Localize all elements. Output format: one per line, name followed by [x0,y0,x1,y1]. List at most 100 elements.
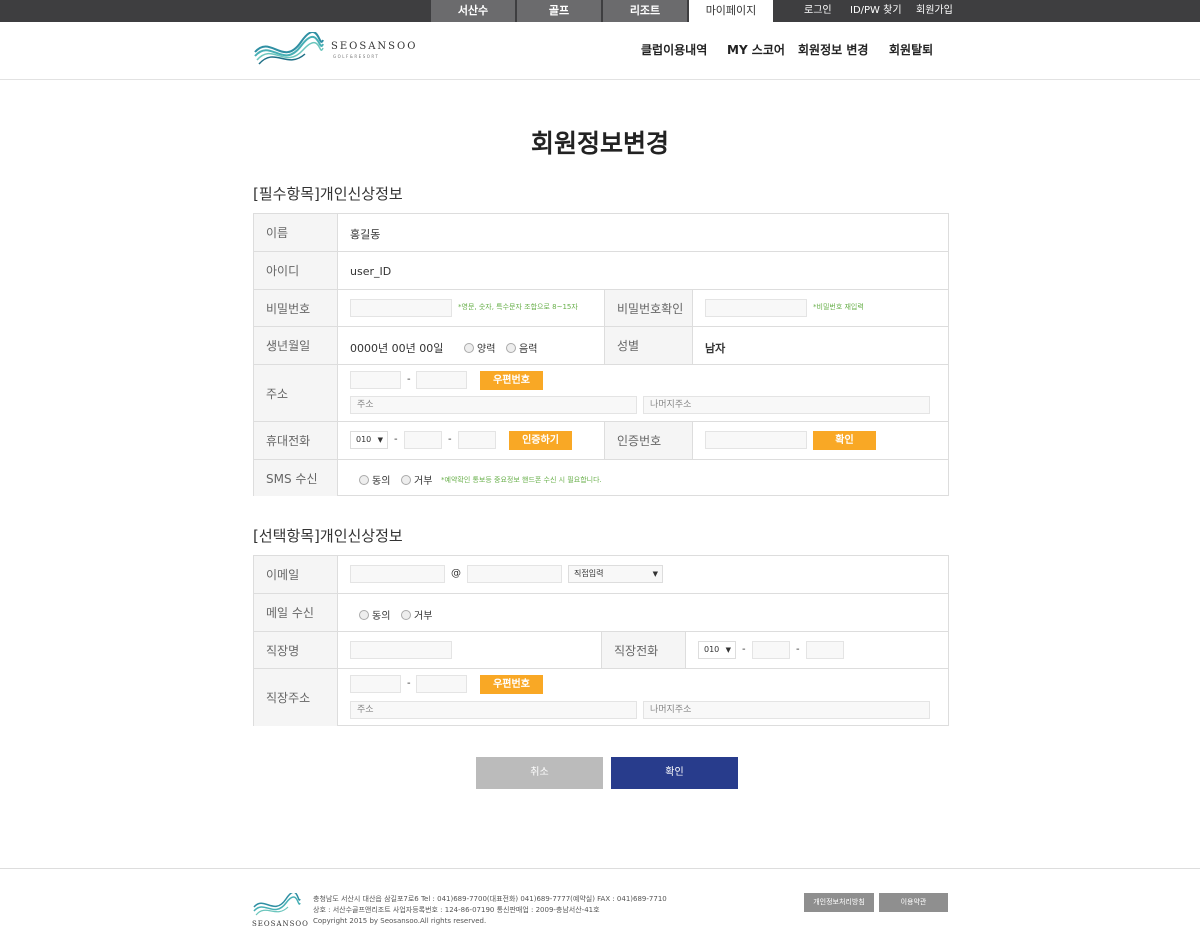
company-phone-label: 직장전화 [601,632,686,668]
company-address-input[interactable]: 주소 [350,701,637,719]
password-confirm-hint: *비밀번호 재입력 [813,303,864,311]
radio-circle-icon [401,474,411,485]
gender-label: 성별 [604,327,693,364]
id-row: 아이디 user_ID [254,251,948,289]
address-label: 주소 [254,365,338,421]
radio-circle-icon [359,609,369,620]
tab-golf[interactable]: 골프 [517,0,601,22]
optional-form: 이메일 @ 직접입력 ▼ 메일 수신 동의 거부 직장명 직장전화 010 ▼ - … [253,555,949,726]
mail-row: 메일 수신 동의 거부 [254,593,948,631]
company-phone-prefix-select[interactable]: 010 ▼ [698,641,736,659]
logo-subtext: GOLF&RESORT [333,54,380,59]
footer: SEOSANSOO 충청남도 서산시 대산읍 삼길포7로6 Tel : 041)… [0,868,1200,950]
phone-label: 휴대전화 [254,422,338,459]
password-label: 비밀번호 [254,290,338,326]
nav-club-usage[interactable]: 클럽이용내역 [641,22,707,80]
terms-button[interactable]: 이용약관 [879,893,948,912]
radio-circle-icon [506,342,516,353]
company-zip-second-input[interactable] [416,675,467,693]
email-domain-input[interactable] [467,565,562,583]
company-phone-dash-2: - [796,644,800,655]
sms-row: SMS 수신 동의 거부 *예약확인 통보등 중요정보 핸드폰 수신 시 필요합… [254,459,948,496]
sms-hint: *예약확인 통보등 중요정보 핸드폰 수신 시 필요합니다. [441,476,602,484]
phone-prefix-select[interactable]: 010 ▼ [350,431,388,449]
logo-wave-icon [254,31,324,65]
dropdown-arrow-icon: ▼ [725,646,731,654]
phone-dash-2: - [448,434,452,445]
company-phone-dash-1: - [742,644,746,655]
company-zip-first-input[interactable] [350,675,401,693]
zip-second-input[interactable] [416,371,467,389]
nav-my-score[interactable]: MY 스코어 [727,22,785,80]
zip-button[interactable]: 우편번호 [480,371,543,390]
auth-code-label: 인증번호 [604,422,693,459]
company-phone-middle-input[interactable] [752,641,790,659]
sms-agree-label: 동의 [372,476,391,487]
find-id-pw-link[interactable]: ID/PW 찾기 [850,0,902,22]
password-confirm-label: 비밀번호확인 [604,290,693,326]
birth-label: 생년월일 [254,327,338,364]
password-input[interactable] [350,299,452,317]
mail-agree-radio[interactable]: 동의 [359,607,390,622]
email-label: 이메일 [254,556,338,593]
footer-business-info: 상호 : 서산수골프앤리조트 사업자등록번호 : 124-86-07190 통신… [313,906,600,914]
company-phone-last-input[interactable] [806,641,844,659]
phone-dash-1: - [394,434,398,445]
email-row: 이메일 @ 직접입력 ▼ [254,556,948,593]
dropdown-arrow-icon: ▼ [377,436,383,444]
required-form: 이름 홍길동 아이디 user_ID 비밀번호 *영문, 숫자, 특수문자 조합… [253,213,949,496]
tab-mypage[interactable]: 마이페이지 [689,0,773,22]
password-row: 비밀번호 *영문, 숫자, 특수문자 조합으로 8~15자 비밀번호확인 *비밀… [254,289,948,326]
signup-link[interactable]: 회원가입 [916,0,953,22]
logo-text: SEOSANSOO [331,41,418,52]
tab-resort[interactable]: 리조트 [603,0,687,22]
email-domain-select[interactable]: 직접입력 ▼ [568,565,663,583]
top-bar: 서산수 골프 리조트 마이페이지 로그인 ID/PW 찾기 회원가입 [0,0,1200,22]
footer-logo: SEOSANSOO [252,891,308,933]
cancel-button[interactable]: 취소 [476,757,603,789]
company-address-label: 직장주소 [254,669,338,726]
zip-first-input[interactable] [350,371,401,389]
name-value: 홍길동 [350,228,381,241]
required-section-title: [필수항목]개인신상정보 [253,185,403,203]
logo[interactable]: SEOSANSOO GOLF&RESORT [253,31,415,70]
sms-label: SMS 수신 [254,460,338,496]
nav-edit-member-info[interactable]: 회원정보 변경 [798,22,868,80]
company-label: 직장명 [254,632,338,668]
solar-label: 양력 [477,344,496,355]
privacy-policy-button[interactable]: 개인정보처리방침 [804,893,874,912]
birth-value: 0000년 00년 00일 [350,342,444,355]
password-confirm-input[interactable] [705,299,807,317]
id-label: 아이디 [254,252,338,289]
mail-refuse-radio[interactable]: 거부 [401,607,432,622]
auth-confirm-button[interactable]: 확인 [813,431,876,450]
company-address-rest-input[interactable]: 나머지주소 [643,701,930,719]
birth-row: 생년월일 0000년 00년 00일 양력 음력 성별 남자 [254,326,948,364]
address-rest-input[interactable]: 나머지주소 [643,396,930,414]
company-input[interactable] [350,641,452,659]
lunar-radio[interactable]: 음력 [506,340,537,355]
email-id-input[interactable] [350,565,445,583]
footer-info: 충청남도 서산시 대산읍 삼길포7로6 Tel : 041)689-7700(대… [313,894,667,927]
footer-logo-wave-icon [253,891,301,916]
email-domain-select-value: 직접입력 [574,569,604,578]
nav-withdraw[interactable]: 회원탈퇴 [889,22,933,80]
lunar-label: 음력 [519,344,538,355]
radio-circle-icon [464,342,474,353]
sms-refuse-radio[interactable]: 거부 [401,472,432,487]
mail-refuse-label: 거부 [414,611,433,622]
verify-button[interactable]: 인증하기 [509,431,572,450]
company-zip-button[interactable]: 우편번호 [480,675,543,694]
tab-seosansoo[interactable]: 서산수 [431,0,515,22]
submit-button[interactable]: 확인 [611,757,738,789]
phone-middle-input[interactable] [404,431,442,449]
phone-row: 휴대전화 010 ▼ - - 인증하기 인증번호 확인 [254,421,948,459]
solar-radio[interactable]: 양력 [464,340,495,355]
phone-last-input[interactable] [458,431,496,449]
password-hint: *영문, 숫자, 특수문자 조합으로 8~15자 [458,303,578,311]
login-link[interactable]: 로그인 [804,0,832,22]
auth-code-input[interactable] [705,431,807,449]
footer-logo-text: SEOSANSOO [252,920,309,928]
address-input[interactable]: 주소 [350,396,637,414]
sms-agree-radio[interactable]: 동의 [359,472,390,487]
